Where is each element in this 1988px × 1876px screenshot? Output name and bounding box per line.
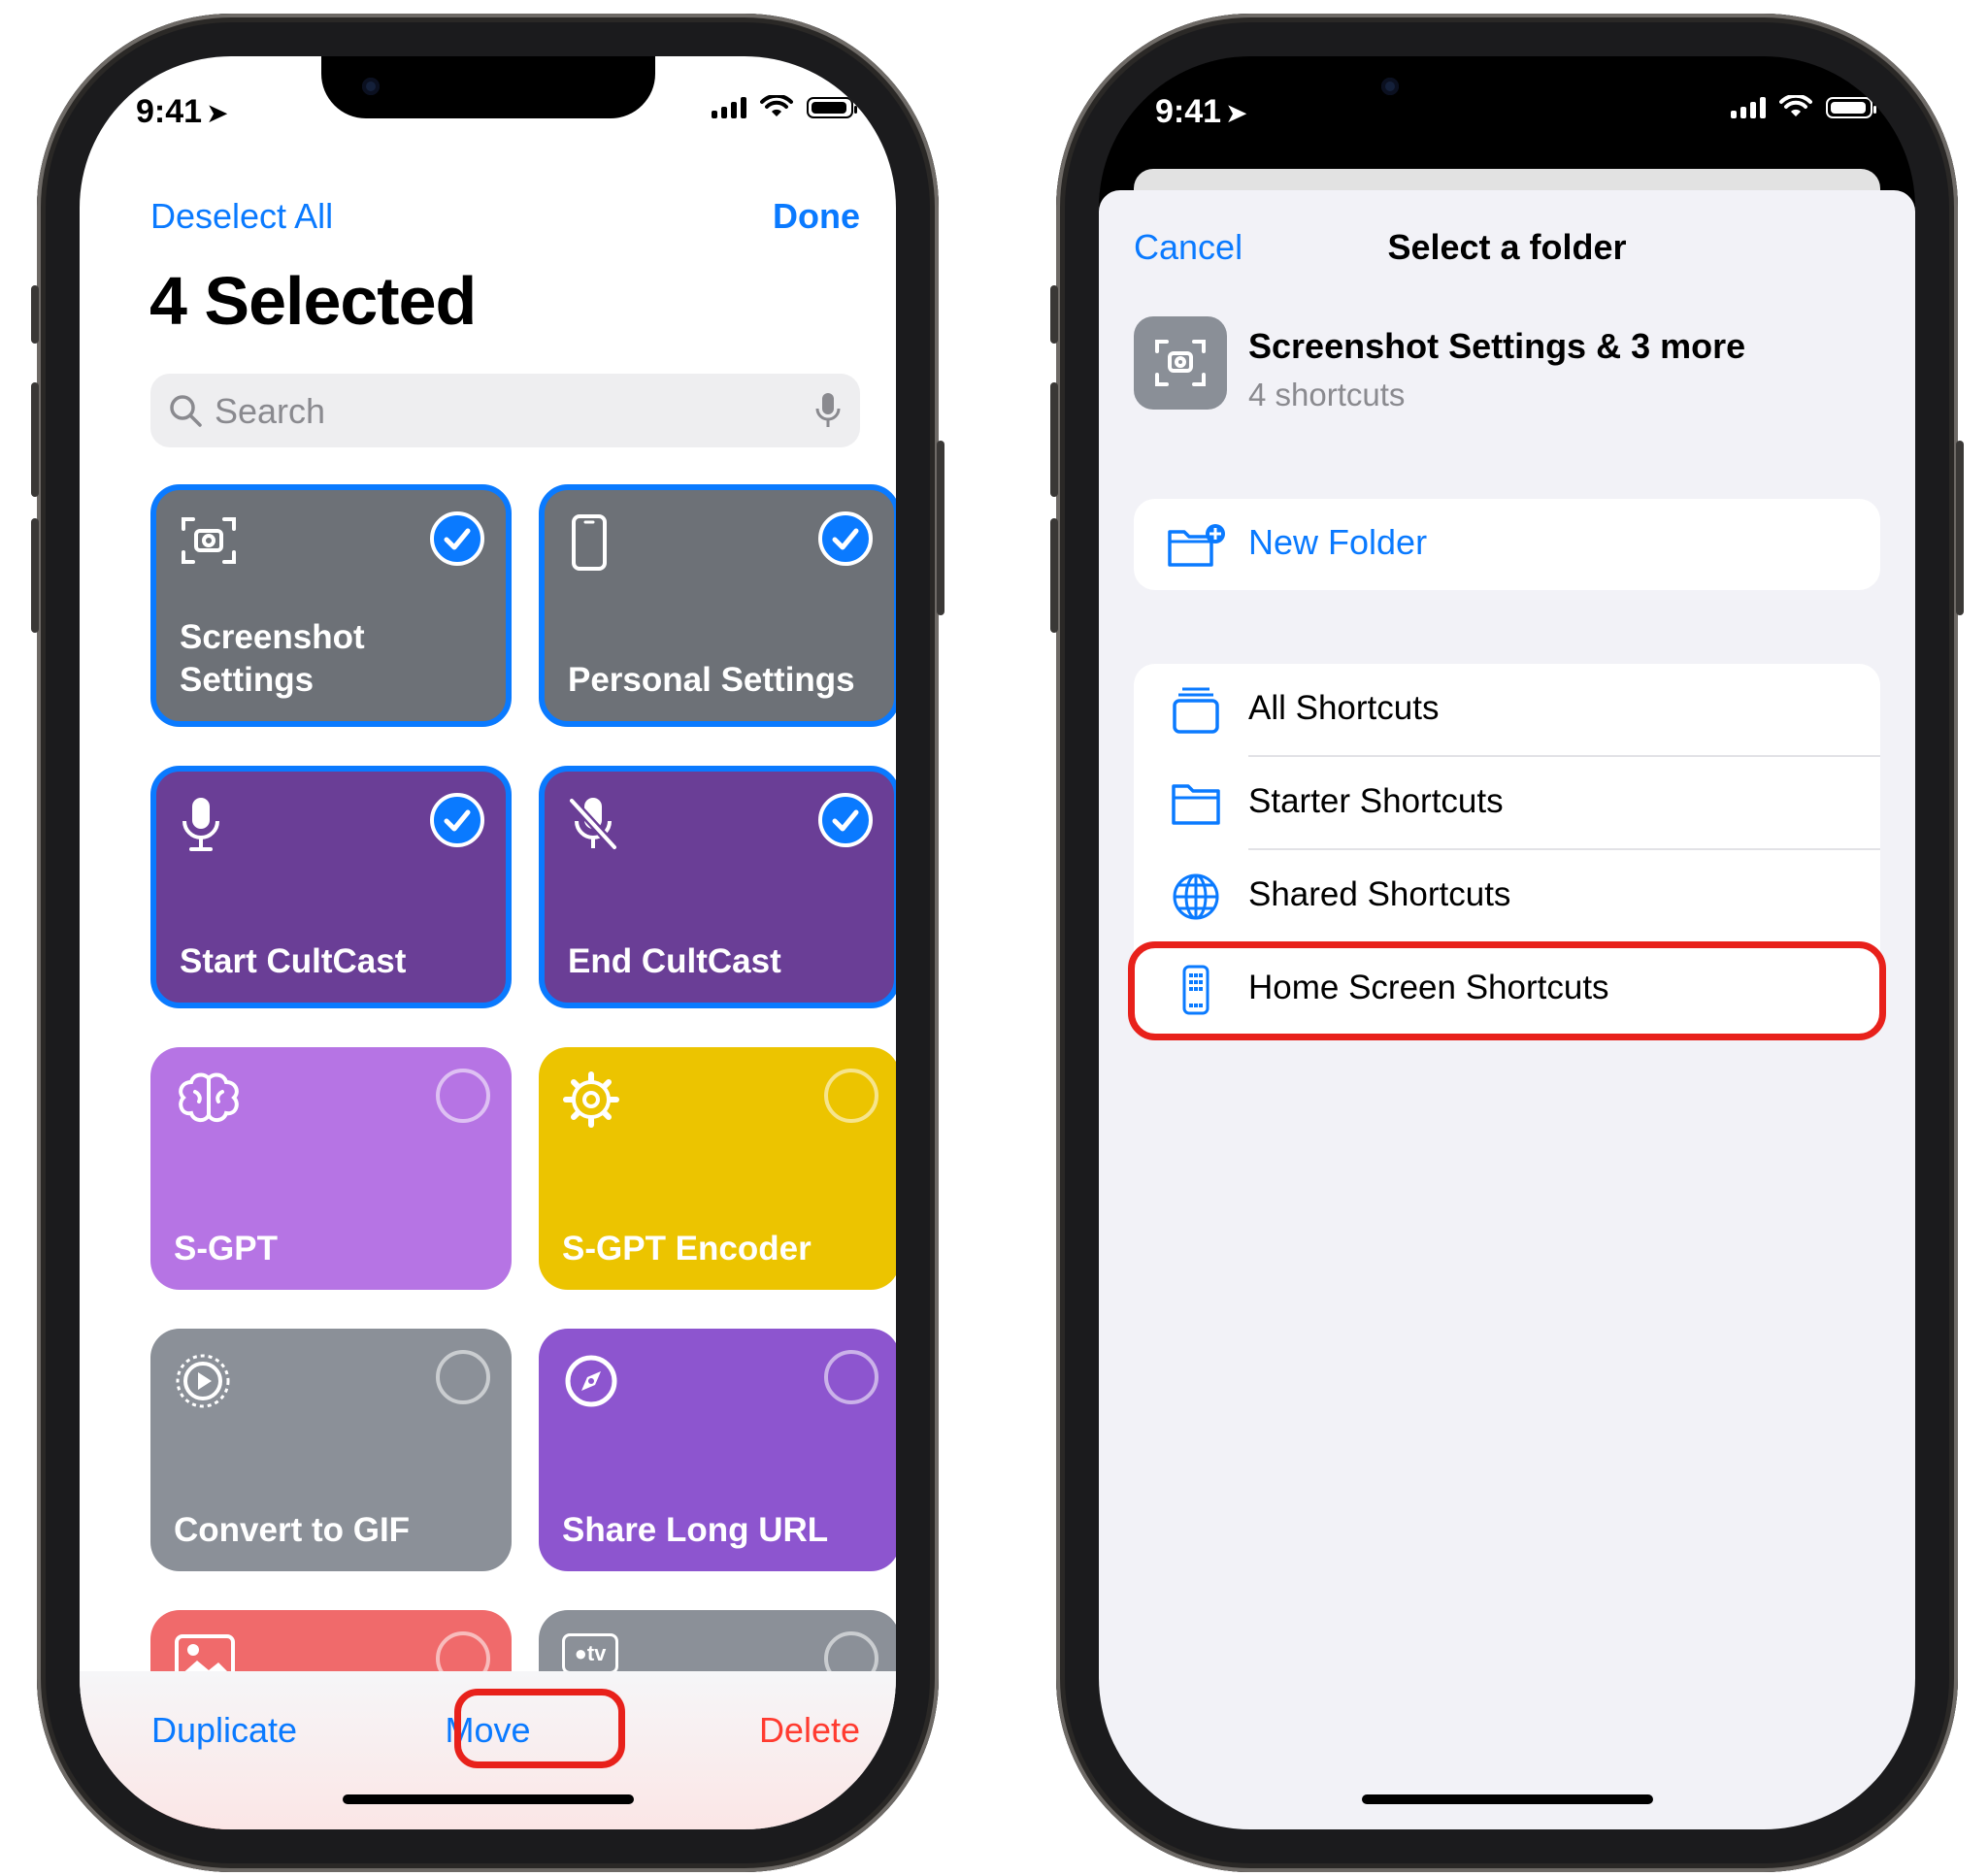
folder-icon — [1172, 784, 1220, 825]
delete-button[interactable]: Delete — [759, 1710, 860, 1751]
notch — [320, 56, 655, 118]
folder-item-all-shortcuts[interactable]: All Shortcuts — [1134, 664, 1880, 757]
checkmark-icon — [444, 528, 471, 550]
tile-s-gpt[interactable]: S-GPT — [150, 1047, 512, 1290]
home-indicator[interactable] — [1361, 1794, 1653, 1804]
shortcuts-select-screen: 9:41➤ Deselect All Done 4 Selected Scr — [80, 56, 896, 1829]
wifi-icon — [1779, 95, 1812, 116]
apple-tv-icon: ●tv — [562, 1633, 618, 1674]
tile-label: Personal Settings — [568, 661, 855, 699]
camera — [1380, 78, 1399, 95]
selection-checkbox[interactable] — [430, 793, 484, 847]
cellular-signal-icon — [712, 95, 746, 118]
side-button — [937, 441, 944, 615]
battery-icon — [1826, 97, 1876, 118]
volume-up-button — [31, 382, 39, 497]
camera — [361, 78, 380, 95]
selection-checkbox[interactable] — [430, 511, 484, 566]
cellular-signal-icon — [1731, 95, 1766, 118]
tile-label: Convert to GIF — [174, 1511, 411, 1549]
search-bar[interactable] — [150, 374, 860, 449]
bottom-toolbar: Duplicate Move Delete — [80, 1671, 896, 1829]
deselect-all-button[interactable]: Deselect All — [150, 196, 333, 237]
tile-s-gpt-encoder[interactable]: S-GPT Encoder — [539, 1047, 896, 1290]
microphone-icon — [182, 798, 219, 851]
notch — [1340, 56, 1674, 118]
tile-convert-to-gif[interactable]: Convert to GIF — [150, 1329, 512, 1571]
volume-down-button — [31, 518, 39, 633]
selection-subtitle: 4 shortcuts — [1248, 377, 1406, 412]
screenshot-icon — [182, 517, 236, 564]
tile-personal-settings[interactable]: Personal Settings — [539, 484, 896, 727]
stack-icon — [1173, 687, 1219, 734]
search-input[interactable] — [213, 374, 760, 449]
mic-slash-icon — [568, 797, 618, 851]
folder-label: All Shortcuts — [1248, 689, 1440, 727]
sheet-title: Select a folder — [1387, 227, 1627, 267]
wifi-icon — [760, 95, 793, 116]
selection-checkbox[interactable] — [824, 1069, 878, 1123]
folder-item-shared-shortcuts[interactable]: Shared Shortcuts — [1134, 850, 1880, 943]
status-time: 9:41 ➤ — [136, 93, 229, 130]
tile-label: S-GPT Encoder — [562, 1230, 812, 1267]
home-indicator[interactable] — [342, 1794, 634, 1804]
new-folder-button[interactable]: New Folder — [1134, 499, 1880, 590]
page-title: 4 Selected — [149, 263, 477, 339]
folder-label: Starter Shortcuts — [1248, 782, 1504, 820]
brain-icon — [179, 1072, 239, 1122]
tile-screenshot-settings[interactable]: Screenshot Settings — [150, 484, 512, 727]
microphone-icon — [815, 393, 841, 427]
location-arrow-icon: ➤ — [1225, 98, 1248, 128]
side-button — [1956, 441, 1964, 615]
tile-label: Share Long URL — [562, 1511, 829, 1549]
mute-switch — [1050, 285, 1058, 344]
volume-down-button — [1050, 518, 1058, 633]
checkmark-icon — [444, 809, 471, 832]
tile-end-cultcast[interactable]: End CultCast — [539, 766, 896, 1008]
folder-label: Shared Shortcuts — [1248, 875, 1511, 913]
phone-left: 9:41➤ Deselect All Done 4 Selected Scr — [31, 14, 944, 1872]
folder-list: All Shortcuts Starter Shortcuts Shared S… — [1128, 664, 1886, 1040]
new-folder-icon — [1168, 524, 1225, 567]
selection-checkbox[interactable] — [824, 1350, 878, 1404]
select-folder-screen: 9:41 ➤ Cancel Select a folder Screenshot … — [1099, 56, 1915, 1829]
status-icons — [712, 95, 857, 118]
search-icon — [170, 395, 202, 427]
volume-up-button — [1050, 382, 1058, 497]
tile-label: End CultCast — [568, 942, 781, 980]
done-button[interactable]: Done — [773, 196, 860, 237]
tile-start-cultcast[interactable]: Start CultCast — [150, 766, 512, 1008]
mute-switch — [31, 285, 39, 344]
status-time: 9:41 ➤ — [1155, 93, 1248, 130]
tile-label: Screenshot Settings — [180, 618, 365, 699]
folder-item-starter-shortcuts[interactable]: Starter Shortcuts — [1134, 757, 1880, 850]
checkmark-icon — [832, 809, 859, 832]
home-screen-highlight-annotation — [1128, 941, 1886, 1040]
tile-label: Start CultCast — [180, 942, 407, 980]
status-icons — [1731, 95, 1876, 118]
iphone-icon — [572, 514, 607, 571]
gear-icon — [563, 1071, 619, 1128]
selection-checkbox[interactable] — [818, 793, 873, 847]
globe-icon — [1173, 873, 1219, 920]
selection-checkbox[interactable] — [818, 511, 873, 566]
selection-checkbox[interactable] — [436, 1069, 490, 1123]
tile-label: S-GPT — [174, 1230, 278, 1267]
location-arrow-icon: ➤ — [206, 98, 229, 128]
selection-checkbox[interactable] — [436, 1350, 490, 1404]
compass-icon — [565, 1355, 617, 1407]
selection-title: Screenshot Settings & 3 more — [1248, 326, 1746, 366]
checkmark-icon — [832, 528, 859, 550]
phone-right: 9:41 ➤ Cancel Select a folder Screenshot … — [1050, 14, 1964, 1872]
play-icon — [176, 1354, 230, 1408]
battery-icon — [807, 97, 857, 118]
folder-picker-sheet: Cancel Select a folder Screenshot Settin… — [1099, 190, 1915, 1829]
move-highlight-annotation — [454, 1689, 625, 1768]
screenshot-icon — [1134, 316, 1227, 410]
tile-share-long-url[interactable]: Share Long URL — [539, 1329, 896, 1571]
new-folder-label: New Folder — [1248, 522, 1428, 562]
